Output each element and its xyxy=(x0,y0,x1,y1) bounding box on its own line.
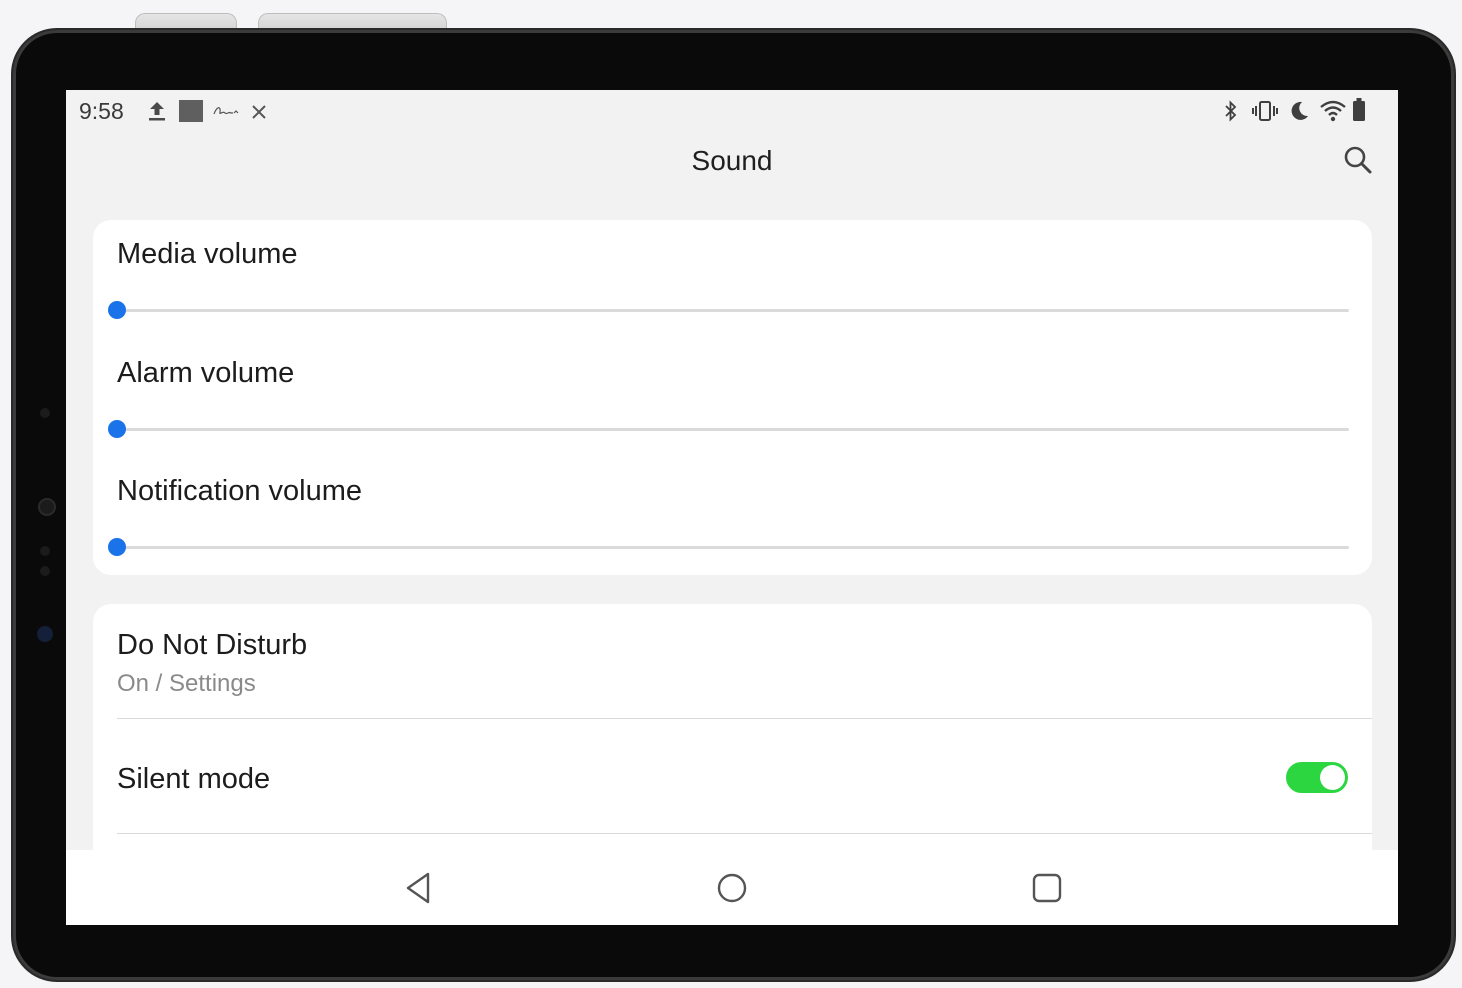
status-bar: 9:58 xyxy=(66,90,1398,132)
bluetooth-icon xyxy=(1225,100,1237,122)
divider xyxy=(117,833,1372,834)
wifi-icon xyxy=(1320,100,1346,122)
sensor-dot xyxy=(40,408,50,418)
slider-track xyxy=(117,546,1349,549)
vibrate-icon xyxy=(1252,101,1278,121)
battery-icon xyxy=(1353,98,1365,121)
camera-lens xyxy=(38,498,56,516)
alarm-volume-label: Alarm volume xyxy=(117,357,295,389)
leaf-app-icon xyxy=(252,105,266,119)
media-volume-label: Media volume xyxy=(117,238,298,270)
screen: 9:58 Sound Media volume Alarm volume Not… xyxy=(66,90,1398,925)
toggle-knob xyxy=(1320,765,1345,790)
signature-icon xyxy=(213,107,239,115)
image-thumbnail-icon xyxy=(179,100,203,122)
status-time: 9:58 xyxy=(79,98,124,124)
silent-mode-row[interactable]: Silent mode xyxy=(93,719,1372,833)
sensor-dot xyxy=(40,546,50,556)
dnd-title: Do Not Disturb xyxy=(117,629,308,661)
media-volume-slider[interactable] xyxy=(108,300,1349,320)
slider-track xyxy=(117,309,1349,312)
upload-icon xyxy=(149,102,165,121)
notification-volume-label: Notification volume xyxy=(117,475,362,507)
page-title: Sound xyxy=(691,145,773,176)
slider-track xyxy=(117,428,1349,431)
volume-card: Media volume Alarm volume Notification v… xyxy=(93,220,1372,575)
silent-mode-toggle[interactable] xyxy=(1286,762,1348,793)
navigation-bar xyxy=(66,850,1398,925)
dnd-subtitle: On / Settings xyxy=(117,670,256,697)
notification-volume-slider[interactable] xyxy=(108,537,1349,557)
dnd-row[interactable]: Do Not Disturb On / Settings xyxy=(93,604,1372,718)
alarm-volume-slider[interactable] xyxy=(108,419,1349,439)
slider-thumb[interactable] xyxy=(108,301,126,319)
sensor-dot xyxy=(40,566,50,576)
back-triangle-icon[interactable] xyxy=(398,868,438,908)
search-icon[interactable] xyxy=(1342,144,1374,176)
slider-thumb[interactable] xyxy=(108,420,126,438)
do-not-disturb-moon-icon xyxy=(1291,101,1308,120)
home-circle-icon[interactable] xyxy=(712,868,752,908)
slider-thumb[interactable] xyxy=(108,538,126,556)
silent-mode-title: Silent mode xyxy=(117,763,271,795)
recents-square-icon[interactable] xyxy=(1027,868,1067,908)
front-camera xyxy=(37,626,53,642)
